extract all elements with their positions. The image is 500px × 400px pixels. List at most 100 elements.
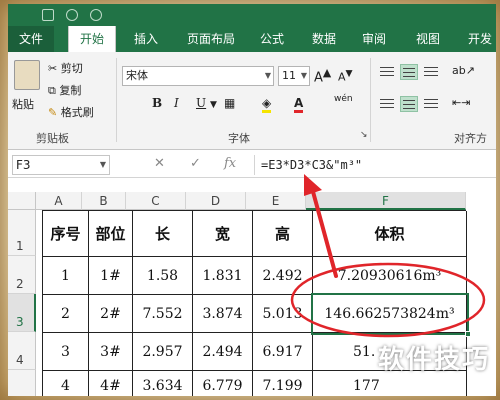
table-cell[interactable]: 1.58 — [133, 257, 193, 295]
italic-button[interactable]: I — [174, 96, 179, 110]
fill-color-icon[interactable]: ◈ — [262, 96, 272, 113]
table-cell[interactable]: 2 — [43, 295, 89, 333]
undo-icon[interactable] — [66, 9, 78, 21]
tab-review[interactable]: 审阅 — [354, 26, 394, 52]
copy-icon: ⧉ — [48, 84, 56, 97]
header-cell[interactable]: 部位 — [89, 211, 133, 257]
column-header-d[interactable]: D — [186, 192, 246, 210]
table-cell[interactable]: 2.957 — [133, 333, 193, 371]
header-cell[interactable]: 宽 — [193, 211, 253, 257]
align-center-icon[interactable] — [400, 96, 418, 112]
font-name-select[interactable]: 宋体 ▼ — [122, 66, 274, 86]
brush-icon: ✎ — [48, 106, 58, 119]
table-cell[interactable]: 5.013 — [253, 295, 313, 333]
row-header-5[interactable] — [8, 370, 36, 396]
column-header-e[interactable]: E — [246, 192, 306, 210]
table-cell[interactable]: 7.199 — [253, 371, 313, 396]
name-box[interactable]: F3 ▼ — [12, 155, 110, 175]
table-cell[interactable]: 6.917 — [253, 333, 313, 371]
excel-window: 文件 开始 插入 页面布局 公式 数据 审阅 视图 开发 粘贴 ✂ 剪切 ⧉ 复… — [8, 4, 496, 396]
indent-icon[interactable]: ⇤⇥ — [452, 96, 470, 109]
copy-button[interactable]: ⧉ 复制 — [48, 82, 81, 98]
header-cell[interactable]: 高 — [253, 211, 313, 257]
row-header-4[interactable]: 4 — [8, 332, 36, 370]
chevron-down-icon: ▼ — [264, 71, 271, 80]
select-all-corner[interactable] — [8, 192, 36, 210]
align-right-icon[interactable] — [422, 96, 440, 112]
cut-button[interactable]: ✂ 剪切 — [48, 60, 83, 76]
save-icon[interactable] — [42, 9, 54, 21]
tab-home[interactable]: 开始 — [68, 26, 116, 52]
table-cell[interactable]: 3# — [89, 333, 133, 371]
paste-button[interactable]: 粘贴 — [12, 96, 34, 112]
underline-button[interactable]: U — [196, 96, 206, 110]
tab-data[interactable]: 数据 — [304, 26, 344, 52]
align-bottom-icon[interactable] — [422, 64, 440, 80]
cut-label: 剪切 — [60, 62, 83, 75]
dialog-launcher-icon[interactable]: ↘ — [360, 130, 368, 140]
scissors-icon: ✂ — [48, 62, 58, 75]
tab-file[interactable]: 文件 — [8, 26, 54, 52]
table-cell[interactable]: 7.20930616m³ — [313, 257, 467, 295]
align-middle-icon[interactable] — [400, 64, 418, 80]
shrink-font-button[interactable]: A▼ — [338, 68, 353, 84]
table-cell[interactable]: 4 — [43, 371, 89, 396]
phonetic-button[interactable]: wén — [334, 94, 353, 104]
column-header-c[interactable]: C — [126, 192, 186, 210]
chevron-down-icon: ▼ — [99, 160, 106, 169]
table-cell[interactable]: 6.779 — [193, 371, 253, 396]
chevron-down-icon[interactable]: ▼ — [210, 100, 217, 110]
grow-font-button[interactable]: A▲ — [314, 66, 331, 85]
formula-bar: F3 ▼ ✕ ✓ fx =E3*D3*C3&"m³" — [8, 152, 496, 178]
bold-button[interactable]: B — [152, 96, 162, 110]
font-size-select[interactable]: 11 ▼ — [278, 66, 310, 86]
table-cell[interactable]: 3.634 — [133, 371, 193, 396]
tab-formulas[interactable]: 公式 — [252, 26, 292, 52]
table-cell[interactable]: 4# — [89, 371, 133, 396]
header-cell[interactable]: 序号 — [43, 211, 89, 257]
column-header-f[interactable]: F — [306, 192, 466, 210]
format-painter-label: 格式刷 — [60, 106, 94, 119]
tab-developer[interactable]: 开发 — [460, 26, 496, 52]
row-header-2[interactable]: 2 — [8, 256, 36, 294]
clipboard-group-label: 剪贴板 — [36, 132, 69, 145]
table-cell[interactable]: 2.492 — [253, 257, 313, 295]
column-header-b[interactable]: B — [82, 192, 126, 210]
borders-icon[interactable]: ▦ — [224, 96, 235, 110]
column-header-a[interactable]: A — [36, 192, 82, 210]
table-cell[interactable]: 3.874 — [193, 295, 253, 333]
orientation-icon[interactable]: ab↗ — [452, 64, 475, 77]
enter-icon[interactable]: ✓ — [190, 156, 201, 171]
table-cell[interactable]: 1# — [89, 257, 133, 295]
align-top-icon[interactable] — [378, 64, 396, 80]
tab-insert[interactable]: 插入 — [124, 26, 168, 52]
table-cell[interactable]: 2.494 — [193, 333, 253, 371]
active-cell-border — [311, 293, 469, 335]
ribbon-tabs: 文件 开始 插入 页面布局 公式 数据 审阅 视图 开发 — [8, 26, 496, 52]
header-cell[interactable]: 体积 — [313, 211, 467, 257]
group-separator — [370, 58, 371, 142]
table-cell[interactable]: 1.831 — [193, 257, 253, 295]
table-cell[interactable]: 1 — [43, 257, 89, 295]
insert-function-icon[interactable]: fx — [224, 156, 236, 171]
align-left-icon[interactable] — [378, 96, 396, 112]
tab-page-layout[interactable]: 页面布局 — [176, 26, 246, 52]
font-group-label: 字体 — [228, 132, 250, 145]
alignment-group-label: 对齐方 — [454, 132, 487, 145]
cancel-icon[interactable]: ✕ — [154, 156, 165, 171]
row-header-3[interactable]: 3 — [8, 294, 36, 332]
table-cell[interactable]: 2# — [89, 295, 133, 333]
phonetic-label: wén — [334, 94, 353, 104]
row-header-1[interactable]: 1 — [8, 210, 36, 256]
redo-icon[interactable] — [90, 9, 102, 21]
paste-icon[interactable] — [14, 60, 40, 90]
formula-input[interactable]: =E3*D3*C3&"m³" — [254, 155, 494, 175]
tab-view[interactable]: 视图 — [408, 26, 448, 52]
fill-handle[interactable] — [465, 331, 471, 337]
table-cell[interactable]: 7.552 — [133, 295, 193, 333]
format-painter-button[interactable]: ✎ 格式刷 — [48, 104, 94, 120]
header-cell[interactable]: 长 — [133, 211, 193, 257]
copy-label: 复制 — [59, 84, 82, 97]
table-cell[interactable]: 3 — [43, 333, 89, 371]
font-color-button[interactable]: A — [294, 96, 304, 113]
